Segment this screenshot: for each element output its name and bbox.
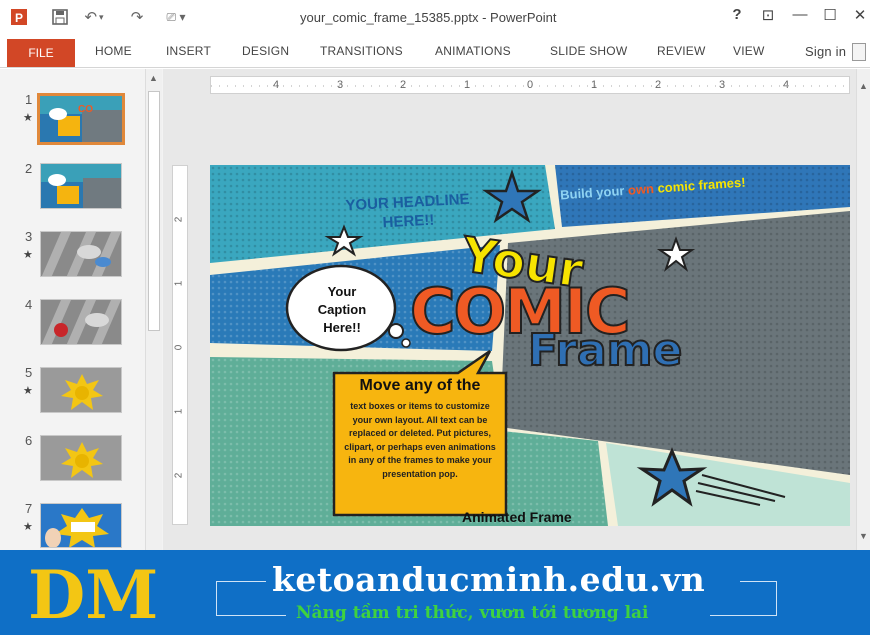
slide-number: 3 [25,229,33,244]
slide-thumbnail-4[interactable] [40,299,122,345]
minimize-icon[interactable]: — [790,6,810,23]
animation-star-icon: ★ [23,249,33,261]
window-title: your_comic_frame_15385.pptx - PowerPoint [300,10,557,25]
save-icon[interactable] [50,8,70,26]
slide-number: 5 [25,365,33,380]
tab-home[interactable]: HOME [95,44,132,58]
slide-number: 1 [25,92,33,107]
title-bar: P ↶ ▾ ↷ ⎚ ▾ your_comic_frame_15385.pptx -… [0,0,870,38]
banner-divider [740,581,776,582]
help-icon[interactable]: ? [727,6,747,23]
slide-thumbnail-3[interactable] [40,231,122,277]
tab-slide-show[interactable]: SLIDE SHOW [550,44,627,58]
scroll-down-arrow-icon[interactable]: ▼ [859,531,868,541]
thumb-art [41,368,121,412]
ruler-label: 1 [173,408,185,415]
title-frame[interactable]: Frame [527,324,683,377]
slide-thumbnail-7[interactable] [40,503,122,548]
tab-review[interactable]: REVIEW [657,44,706,58]
sign-in-link[interactable]: Sign in [805,44,846,59]
banner-divider [216,615,286,616]
vertical-ruler: 2 1 0 1 2 [172,165,188,525]
slide-number: 4 [25,297,33,312]
thumb-art [41,436,121,480]
redo-glyph: ↷ [130,9,144,26]
customize-icon[interactable]: ⎚ ▾ [160,8,192,26]
slide-number: 6 [25,433,33,448]
ducminh-logo: DM [28,556,158,634]
banner-divider [216,581,217,615]
banner-divider [216,581,266,582]
banner-text-own: own [627,180,655,198]
redo-icon[interactable]: ↷ [127,8,147,26]
slide-canvas[interactable]: YOUR HEADLINE HERE!! Build your own comi… [210,165,850,526]
box-body[interactable]: text boxes or items to customize your ow… [340,400,500,481]
box-heading[interactable]: Move any of the [336,377,504,395]
svg-text:P: P [15,11,23,25]
tab-animations[interactable]: ANIMATIONS [435,44,511,58]
ribbon-tabs: FILE HOME INSERT DESIGN TRANSITIONS ANIM… [0,38,870,68]
banner-divider [776,581,777,615]
banner-divider [710,615,777,616]
tab-view[interactable]: VIEW [733,44,764,58]
thumb-art: CO [40,96,122,142]
undo-icon[interactable]: ↶ ▾ [83,8,105,26]
slide-number: 2 [25,161,33,176]
save-glyph [52,9,68,25]
thumb-art [41,164,121,208]
slide-thumbnail-6[interactable] [40,435,122,481]
animation-star-icon: ★ [23,112,33,124]
thumb-art [41,504,121,547]
thumbnails-scrollbar[interactable]: ▲ [145,69,162,550]
close-icon[interactable]: ✕ [850,6,870,24]
tab-design[interactable]: DESIGN [242,44,289,58]
tab-transitions[interactable]: TRANSITIONS [320,44,403,58]
ribbon-display-icon[interactable]: ⊡ [758,6,778,24]
slide-thumbnail-5[interactable] [40,367,122,413]
scroll-up-arrow-icon[interactable]: ▲ [859,81,868,91]
powerpoint-icon[interactable]: P [10,8,28,26]
slide-thumbnail-1[interactable]: CO [37,93,125,145]
thumb-art [41,232,121,276]
banner-site-url[interactable]: ketoanducminh.edu.vn [272,560,705,599]
caption-text[interactable]: Your Caption Here!! [308,283,376,337]
ruler-ticks [211,85,851,87]
scroll-up-arrow-icon[interactable]: ▲ [149,73,158,83]
editing-area-scrollbar[interactable]: ▲ ▼ [856,69,870,550]
thumb-art [41,300,121,344]
ruler-label: 2 [173,216,185,223]
tab-file[interactable]: FILE [7,39,75,67]
logo-text: DM [28,556,158,634]
banner-slogan: Nâng tầm tri thức, vươn tới tương lai [296,603,649,623]
ruler-label: 1 [173,280,185,287]
ruler-label: 2 [173,472,185,479]
animated-frame-label[interactable]: Animated Frame [462,509,572,525]
account-icon[interactable] [852,43,866,61]
scrollbar-thumb[interactable] [148,91,160,331]
tab-insert[interactable]: INSERT [166,44,211,58]
svg-text:CO: CO [78,104,93,115]
animation-star-icon: ★ [23,521,33,533]
animation-star-icon: ★ [23,385,33,397]
slide-thumbnail-2[interactable] [40,163,122,209]
ruler-label: 0 [173,344,185,351]
slide-number: 7 [25,501,33,516]
undo-glyph: ↶ [84,9,98,26]
powerpoint-logo: P [11,9,27,25]
maximize-icon[interactable]: ☐ [820,6,840,24]
horizontal-ruler: 4 3 2 1 0 1 2 3 4 [210,76,851,94]
